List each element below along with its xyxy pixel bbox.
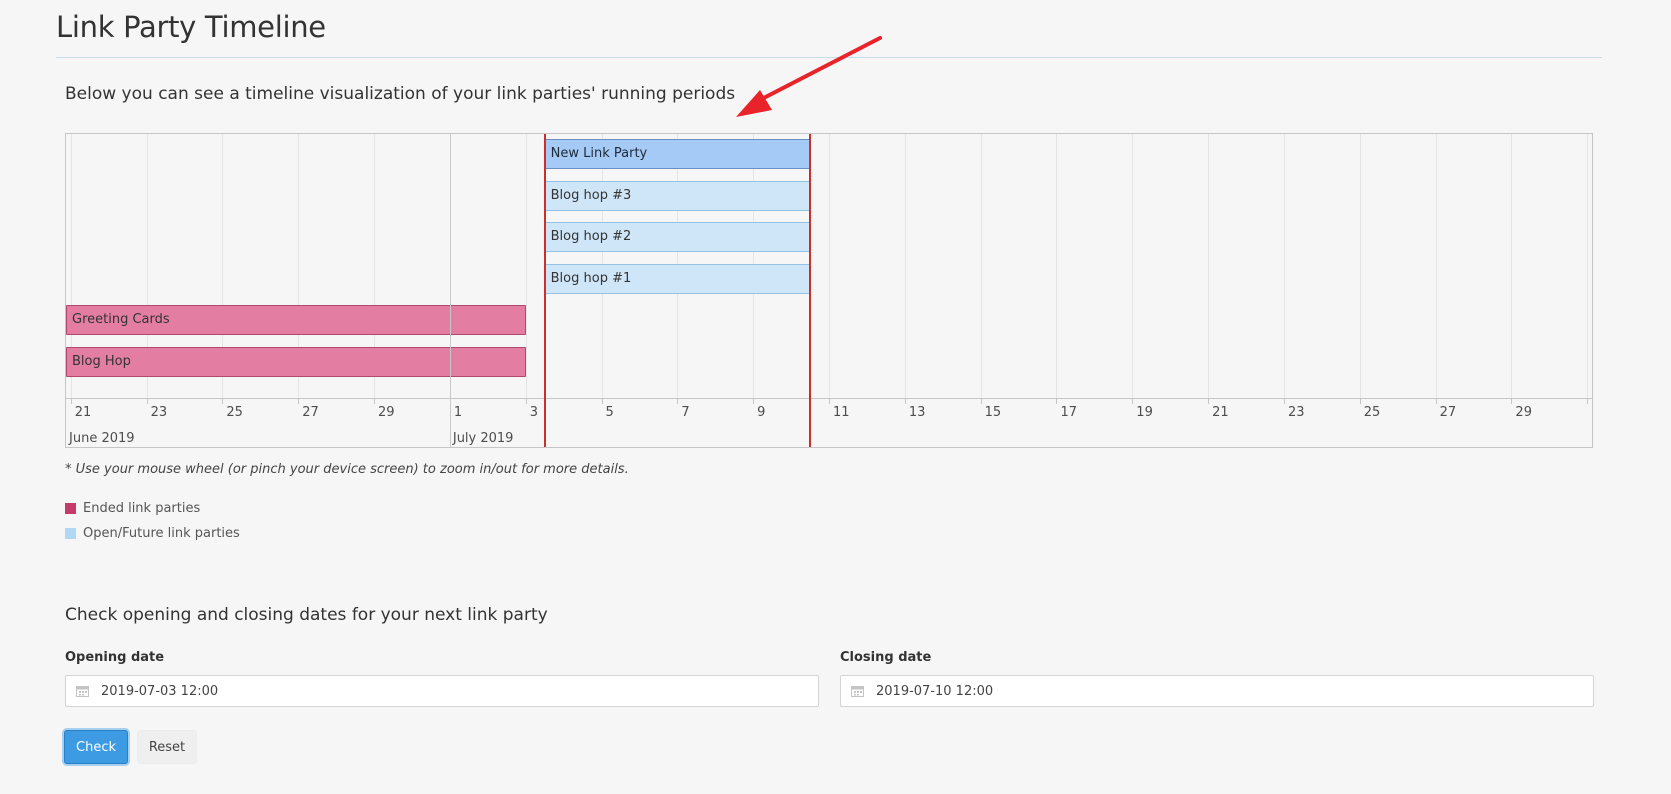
grid-line	[1208, 134, 1210, 398]
tick-label: 15	[984, 405, 1002, 420]
tick-mark	[753, 399, 755, 404]
tick-mark	[298, 399, 300, 404]
closing-date-input-wrap[interactable]	[840, 675, 1594, 707]
opening-date-input[interactable]	[99, 682, 818, 700]
tick-mark	[1132, 399, 1134, 404]
calendar-icon	[76, 686, 89, 697]
legend-item: Ended link parties	[65, 496, 240, 521]
tick-mark	[1359, 399, 1361, 404]
grid-line	[1359, 134, 1361, 398]
grid-line	[829, 134, 830, 398]
calendar-icon	[851, 686, 864, 697]
timeline-item[interactable]: Blog hop #2	[544, 222, 811, 252]
title-divider	[56, 57, 1602, 58]
page-title: Link Party Timeline	[56, 10, 326, 44]
grid-line	[1435, 134, 1437, 398]
month-divider	[449, 134, 451, 447]
zoom-hint: * Use your mouse wheel (or pinch your de…	[65, 462, 629, 477]
legend-swatch	[65, 528, 76, 539]
tick-mark	[374, 399, 376, 404]
tick-label: 1	[453, 405, 463, 420]
tick-mark	[70, 399, 72, 404]
tick-mark	[525, 399, 527, 404]
date-marker-line[interactable]	[809, 134, 812, 447]
check-dates-title: Check opening and closing dates for your…	[65, 605, 548, 625]
tick-label: 21	[1212, 405, 1229, 420]
legend-label: Open/Future link parties	[83, 526, 240, 541]
timeline-item[interactable]: New Link Party	[544, 139, 811, 169]
tick-label: 7	[681, 405, 690, 420]
tick-label: 29	[378, 405, 395, 420]
tick-label: 19	[1136, 405, 1153, 420]
date-marker-line[interactable]	[543, 134, 546, 447]
timeline-items-area: New Link Party Blog hop #3 Blog hop #2 Blog…	[66, 134, 1592, 398]
timeline-item[interactable]: Blog hop #3	[544, 180, 811, 211]
legend-item: Open/Future link parties	[65, 521, 240, 546]
tick-label: 25	[226, 405, 243, 420]
tick-label: 5	[605, 405, 614, 420]
opening-date-input-wrap[interactable]	[65, 675, 819, 707]
tick-label: 9	[757, 405, 766, 420]
tick-label: 25	[1363, 405, 1381, 420]
closing-date-input[interactable]	[874, 682, 1593, 700]
tick-label: 27	[1439, 405, 1457, 420]
tick-mark	[1435, 399, 1437, 404]
tick-mark	[222, 399, 224, 404]
tick-label: 27	[302, 405, 319, 420]
opening-date-label: Opening date	[65, 650, 165, 665]
tick-mark	[1511, 399, 1513, 404]
grid-line	[525, 134, 527, 398]
closing-date-field: Closing date	[840, 650, 1594, 707]
tick-label: 17	[1060, 405, 1078, 420]
timeline-item[interactable]: Blog hop #1	[544, 263, 811, 294]
tick-mark	[1056, 399, 1058, 404]
tick-mark	[829, 399, 830, 404]
tick-mark	[980, 399, 982, 404]
tick-label: 3	[529, 405, 538, 420]
legend-label: Ended link parties	[83, 501, 201, 516]
legend-swatch	[65, 503, 76, 514]
grid-line	[1056, 134, 1058, 398]
opening-date-field: Opening date	[65, 650, 819, 707]
tick-mark	[904, 399, 906, 404]
intro-text: Below you can see a timeline visualizati…	[65, 84, 736, 104]
grid-line	[1587, 134, 1589, 398]
legend: Ended link parties Open/Future link parti…	[65, 496, 240, 546]
grid-line	[1283, 134, 1285, 398]
tick-label: 11	[833, 405, 850, 420]
closing-date-label: Closing date	[840, 650, 932, 665]
timeline-chart[interactable]: New Link Party Blog hop #3 Blog hop #2 Blog…	[65, 133, 1593, 448]
reset-button[interactable]: Reset	[137, 730, 197, 764]
tick-mark	[1208, 399, 1210, 404]
tick-label: 13	[908, 405, 926, 420]
grid-line	[904, 134, 906, 398]
month-label: July 2019	[452, 431, 514, 446]
tick-mark	[146, 399, 148, 404]
timeline-item[interactable]: Blog Hop	[66, 346, 526, 377]
tick-mark	[601, 399, 603, 404]
timeline-item[interactable]: Greeting Cards	[66, 305, 526, 335]
check-button[interactable]: Check	[64, 730, 128, 764]
tick-label: 31	[1591, 405, 1592, 420]
tick-label: 21	[74, 405, 92, 420]
grid-line	[1132, 134, 1134, 398]
grid-line	[980, 134, 982, 398]
tick-mark	[677, 399, 679, 404]
grid-line	[1511, 134, 1513, 398]
tick-label: 29	[1515, 405, 1532, 420]
tick-label: 23	[150, 405, 168, 420]
tick-mark	[1283, 399, 1285, 404]
tick-label: 23	[1287, 405, 1305, 420]
timeline-axis: 2123252729135791113151719212325272931Jun…	[66, 398, 1592, 447]
tick-mark	[1587, 399, 1589, 404]
month-label: June 2019	[69, 431, 135, 446]
